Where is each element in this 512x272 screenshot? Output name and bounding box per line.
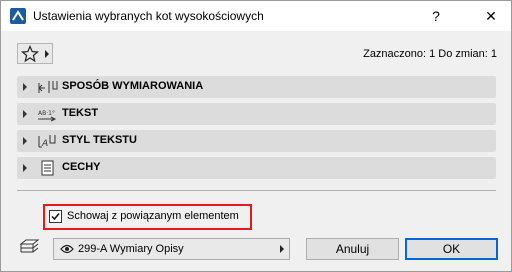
- expand-arrow-icon: [23, 110, 27, 118]
- panel-properties[interactable]: CECHY: [17, 157, 496, 179]
- expand-arrow-icon: [23, 137, 27, 145]
- properties-icon: [41, 160, 54, 176]
- checkmark-icon: [51, 213, 60, 221]
- app-icon: [10, 8, 26, 24]
- svg-text:AB·1°: AB·1°: [38, 110, 55, 117]
- chevron-right-icon: [280, 245, 284, 253]
- expand-arrow-icon: [23, 83, 27, 91]
- layers-icon: [19, 239, 40, 253]
- panel-text-style[interactable]: A STYL TEKSTU: [17, 130, 496, 152]
- chevron-right-icon: [45, 50, 49, 58]
- title-bar: Ustawienia wybranych kot wysokościowych …: [1, 1, 511, 31]
- hide-with-element-label[interactable]: Schowaj z powiązanym elementem: [67, 210, 239, 222]
- panel-text[interactable]: AB·1° TEKST: [17, 103, 496, 125]
- panel-label: CECHY: [62, 161, 101, 173]
- svg-text:A: A: [41, 139, 48, 149]
- star-icon: [21, 45, 39, 63]
- eye-icon: [60, 244, 74, 254]
- hide-with-element-checkbox[interactable]: [49, 210, 62, 223]
- layer-dropdown[interactable]: 299-A Wymiary Opisy: [53, 238, 290, 260]
- dialog-title: Ustawienia wybranych kot wysokościowych: [33, 9, 264, 23]
- expand-arrow-icon: [23, 164, 27, 172]
- selection-info: Zaznaczono: 1 Do zmian: 1: [363, 48, 497, 60]
- text-icon: AB·1°: [38, 110, 57, 122]
- dimension-method-icon: [38, 81, 58, 93]
- help-button[interactable]: ?: [426, 6, 446, 26]
- text-style-icon: A: [38, 135, 56, 149]
- separator: [17, 190, 496, 191]
- panel-dimension-method[interactable]: SPOSÓB WYMIAROWANIA: [17, 76, 496, 98]
- favorites-button[interactable]: [17, 43, 53, 64]
- layer-value: 299-A Wymiary Opisy: [78, 243, 184, 255]
- cancel-button[interactable]: Anuluj: [306, 238, 399, 260]
- panel-label: STYL TEKSTU: [62, 134, 137, 146]
- close-button[interactable]: ✕: [481, 6, 501, 26]
- ok-button[interactable]: OK: [405, 238, 498, 260]
- panel-label: TEKST: [62, 107, 99, 119]
- panel-label: SPOSÓB WYMIAROWANIA: [62, 80, 204, 92]
